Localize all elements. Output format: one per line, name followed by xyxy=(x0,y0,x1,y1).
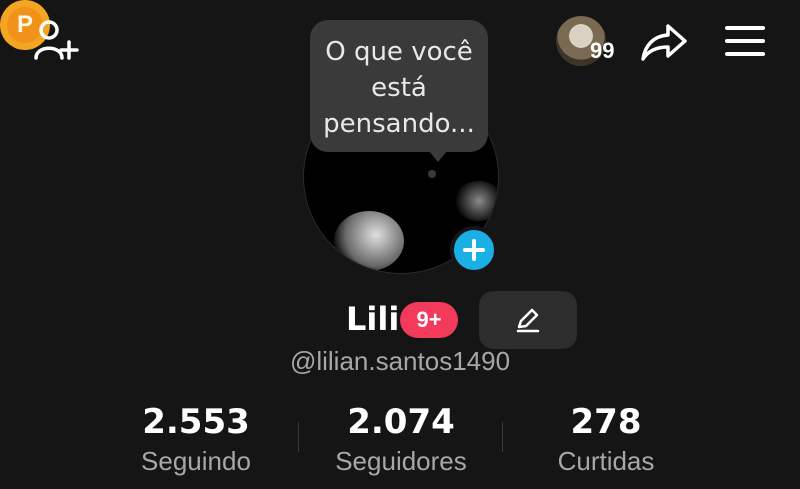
status-bubble-text: O que você está pensando... xyxy=(323,37,475,139)
profile-screen: P 99 O que você está pensando... Lili 9+ xyxy=(0,0,800,489)
stat-followers-label: Seguidores xyxy=(335,446,467,476)
pencil-icon xyxy=(516,308,540,333)
share-icon[interactable] xyxy=(636,16,692,68)
status-bubble-dot xyxy=(428,170,436,178)
profile-username: @lilian.santos1490 xyxy=(289,346,511,376)
status-bubble[interactable]: O que você está pensando... xyxy=(310,20,488,152)
stat-divider xyxy=(502,422,503,452)
visitor-count: 99 xyxy=(590,38,615,63)
stat-likes[interactable]: 278 Curtidas xyxy=(506,402,706,478)
avatar-photo-detail xyxy=(454,181,498,221)
stat-following-label: Seguindo xyxy=(141,446,251,476)
add-photo-button[interactable] xyxy=(450,226,498,274)
profile-visitors-button[interactable]: 99 xyxy=(556,16,626,68)
avatar-photo-detail xyxy=(334,211,404,271)
stat-followers[interactable]: 2.074 Seguidores xyxy=(301,402,501,478)
stat-divider xyxy=(298,422,299,452)
stat-followers-value: 2.074 xyxy=(347,402,455,442)
stat-likes-value: 278 xyxy=(570,402,642,442)
edit-profile-button[interactable] xyxy=(479,291,577,349)
status-bubble-tail xyxy=(428,150,448,162)
notification-badge[interactable]: 9+ xyxy=(400,302,458,338)
stat-following[interactable]: 2.553 Seguindo xyxy=(96,402,296,478)
stat-likes-label: Curtidas xyxy=(557,446,655,476)
add-friend-icon[interactable] xyxy=(30,14,84,66)
stat-following-value: 2.553 xyxy=(142,402,250,442)
plus-icon xyxy=(463,239,485,261)
hamburger-menu-icon[interactable] xyxy=(718,16,772,66)
profile-name: Lili xyxy=(346,300,400,338)
